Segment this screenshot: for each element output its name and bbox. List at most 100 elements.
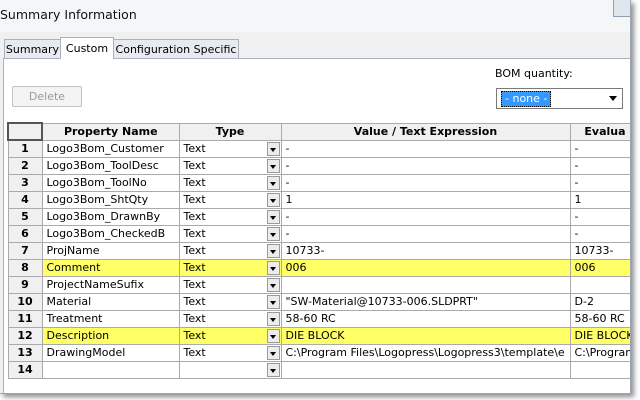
value-cell[interactable]: - bbox=[280, 224, 571, 243]
type-cell[interactable]: Text bbox=[178, 343, 282, 362]
chevron-down-icon[interactable] bbox=[609, 96, 617, 101]
table-row[interactable]: 8 Comment Text 006 006 bbox=[7, 258, 630, 277]
type-cell[interactable]: Text bbox=[178, 275, 282, 294]
row-number[interactable]: 5 bbox=[7, 207, 43, 226]
type-cell[interactable] bbox=[178, 360, 282, 379]
table-row[interactable]: 14 bbox=[7, 360, 630, 379]
table-row[interactable]: 10 Material Text "SW-Material@10733-006.SLD… bbox=[7, 292, 630, 311]
tab-custom[interactable]: Custom bbox=[60, 37, 114, 59]
row-number[interactable]: 2 bbox=[7, 156, 43, 175]
property-name-cell[interactable]: Logo3Bom_Customer bbox=[41, 139, 180, 158]
chevron-down-icon[interactable] bbox=[266, 209, 280, 224]
value-cell[interactable] bbox=[280, 275, 571, 294]
type-cell[interactable]: Text bbox=[178, 309, 282, 328]
select-all-corner[interactable] bbox=[7, 122, 43, 141]
column-header-value[interactable]: Value / Text Expression bbox=[280, 122, 571, 141]
property-name-cell[interactable]: Material bbox=[41, 292, 180, 311]
row-number[interactable]: 8 bbox=[7, 258, 43, 277]
table-row[interactable]: 12 Description Text DIE BLOCK DIE BLOCK bbox=[7, 326, 630, 345]
chevron-down-icon[interactable] bbox=[266, 158, 280, 173]
table-row[interactable]: 6 Logo3Bom_CheckedB Text - - bbox=[7, 224, 630, 243]
table-row[interactable]: 2 Logo3Bom_ToolDesc Text - - bbox=[7, 156, 630, 175]
table-row[interactable]: 7 ProjName Text 10733- 10733- bbox=[7, 241, 630, 260]
table-row[interactable]: 5 Logo3Bom_DrawnBy Text - - bbox=[7, 207, 630, 226]
chevron-down-icon[interactable] bbox=[266, 175, 280, 190]
type-cell[interactable]: Text bbox=[178, 292, 282, 311]
property-name-cell[interactable]: ProjName bbox=[41, 241, 180, 260]
column-header-type[interactable]: Type bbox=[178, 122, 282, 141]
type-cell[interactable]: Text bbox=[178, 139, 282, 158]
tab-configuration-specific[interactable]: Configuration Specific bbox=[113, 39, 239, 58]
close-button[interactable] bbox=[613, 0, 630, 17]
property-name-cell[interactable]: Treatment bbox=[41, 309, 180, 328]
chevron-down-icon[interactable] bbox=[266, 277, 280, 292]
chevron-down-icon[interactable] bbox=[266, 192, 280, 207]
property-name-cell[interactable]: Comment bbox=[41, 258, 180, 277]
property-name-cell[interactable]: Logo3Bom_ToolNo bbox=[41, 173, 180, 192]
value-cell[interactable]: 58-60 RC bbox=[280, 309, 571, 328]
evaluated-value-cell: 58-60 RC bbox=[569, 309, 630, 328]
row-number[interactable]: 3 bbox=[7, 173, 43, 192]
property-name-cell[interactable]: DrawingModel bbox=[41, 343, 180, 362]
value-cell[interactable]: "SW-Material@10733-006.SLDPRT" bbox=[280, 292, 571, 311]
row-number[interactable]: 7 bbox=[7, 241, 43, 260]
table-row[interactable]: 1 Logo3Bom_Customer Text - - bbox=[7, 139, 630, 158]
type-cell[interactable]: Text bbox=[178, 258, 282, 277]
value-cell[interactable]: - bbox=[280, 139, 571, 158]
property-name-cell[interactable]: ProjectNameSufix bbox=[41, 275, 180, 294]
value-cell[interactable] bbox=[280, 360, 571, 379]
type-cell[interactable]: Text bbox=[178, 190, 282, 209]
value-cell[interactable]: 10733- bbox=[280, 241, 571, 260]
table-row[interactable]: 11 Treatment Text 58-60 RC 58-60 RC bbox=[7, 309, 630, 328]
row-number[interactable]: 9 bbox=[7, 275, 43, 294]
evaluated-value-cell: - bbox=[569, 139, 630, 158]
evaluated-value-cell: D-2 bbox=[569, 292, 630, 311]
column-header-evaluated-value[interactable]: Evalua bbox=[569, 122, 630, 141]
chevron-down-icon[interactable] bbox=[266, 260, 280, 275]
property-name-cell[interactable]: Logo3Bom_DrawnBy bbox=[41, 207, 180, 226]
row-number[interactable]: 10 bbox=[7, 292, 43, 311]
tab-summary[interactable]: Summary bbox=[4, 39, 61, 58]
type-cell[interactable]: Text bbox=[178, 173, 282, 192]
property-name-cell[interactable]: Description bbox=[41, 326, 180, 345]
value-cell[interactable]: C:\Program Files\Logopress\Logopress3\te… bbox=[280, 343, 571, 362]
value-cell[interactable]: - bbox=[280, 156, 571, 175]
row-number[interactable]: 4 bbox=[7, 190, 43, 209]
type-cell[interactable]: Text bbox=[178, 224, 282, 243]
value-cell[interactable]: DIE BLOCK bbox=[280, 326, 571, 345]
value-cell[interactable]: 006 bbox=[280, 258, 571, 277]
table-row[interactable]: 9 ProjectNameSufix Text bbox=[7, 275, 630, 294]
type-cell[interactable]: Text bbox=[178, 207, 282, 226]
row-number[interactable]: 11 bbox=[7, 309, 43, 328]
table-row[interactable]: 4 Logo3Bom_ShtQty Text 1 1 bbox=[7, 190, 630, 209]
row-number[interactable]: 13 bbox=[7, 343, 43, 362]
properties-grid: Property Name Type Value / Text Expressi… bbox=[7, 122, 630, 393]
property-name-cell[interactable]: Logo3Bom_ShtQty bbox=[41, 190, 180, 209]
row-number[interactable]: 12 bbox=[7, 326, 43, 345]
column-header-property-name[interactable]: Property Name bbox=[41, 122, 180, 141]
type-cell[interactable]: Text bbox=[178, 241, 282, 260]
table-row[interactable]: 13 DrawingModel Text C:\Program Files\Logop… bbox=[7, 343, 630, 362]
type-cell[interactable]: Text bbox=[178, 156, 282, 175]
chevron-down-icon[interactable] bbox=[266, 226, 280, 241]
table-row[interactable]: 3 Logo3Bom_ToolNo Text - - bbox=[7, 173, 630, 192]
chevron-down-icon[interactable] bbox=[266, 141, 280, 156]
chevron-down-icon[interactable] bbox=[266, 345, 280, 360]
row-number[interactable]: 14 bbox=[7, 360, 43, 379]
chevron-down-icon[interactable] bbox=[266, 311, 280, 326]
row-number[interactable]: 6 bbox=[7, 224, 43, 243]
chevron-down-icon[interactable] bbox=[266, 328, 280, 343]
property-name-cell[interactable] bbox=[41, 360, 180, 379]
value-cell[interactable]: 1 bbox=[280, 190, 571, 209]
row-number[interactable]: 1 bbox=[7, 139, 43, 158]
property-name-cell[interactable]: Logo3Bom_ToolDesc bbox=[41, 156, 180, 175]
bom-quantity-select[interactable]: - none - bbox=[496, 88, 623, 109]
value-cell[interactable]: - bbox=[280, 173, 571, 192]
chevron-down-icon[interactable] bbox=[266, 362, 280, 377]
delete-button[interactable]: Delete bbox=[12, 86, 82, 107]
value-cell[interactable]: - bbox=[280, 207, 571, 226]
chevron-down-icon[interactable] bbox=[266, 243, 280, 258]
chevron-down-icon[interactable] bbox=[266, 294, 280, 309]
type-cell[interactable]: Text bbox=[178, 326, 282, 345]
property-name-cell[interactable]: Logo3Bom_CheckedB bbox=[41, 224, 180, 243]
